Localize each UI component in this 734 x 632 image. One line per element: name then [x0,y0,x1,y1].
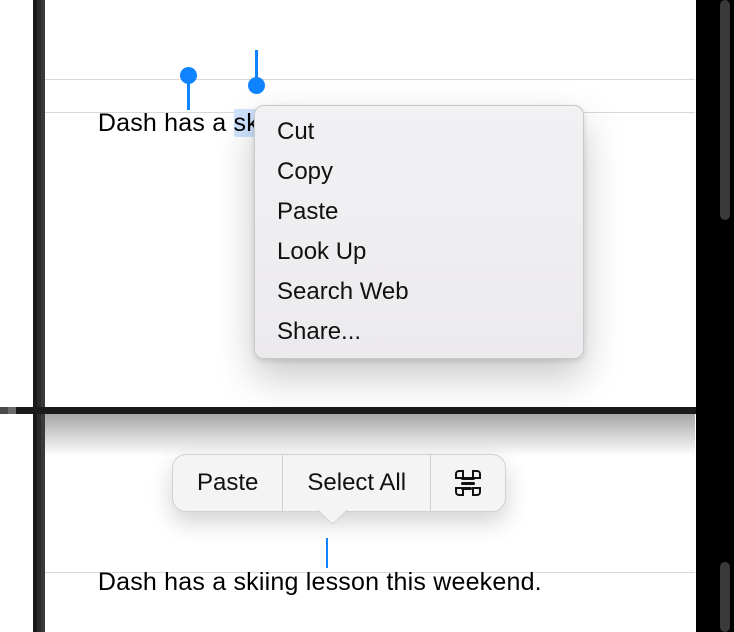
bottom-screenshot-pane: Paste Select All Dash has a skiing lesso… [0,414,734,632]
context-menu-share[interactable]: Share... [255,312,583,352]
text-before-selection: Dash has a [98,109,234,137]
top-screenshot-pane: Dash has a skiing lesson this weekend. C… [0,0,734,407]
sentence-bottom[interactable]: Dash has a skiing lesson this weekend. [55,539,542,626]
callout-scan-text[interactable] [431,455,505,511]
context-menu-cut[interactable]: Cut [255,112,583,152]
scrollbar-hint-top [720,0,730,220]
callout-select-all[interactable]: Select All [283,455,430,511]
callout-paste[interactable]: Paste [173,455,282,511]
edit-callout: Paste Select All [172,454,506,512]
scan-text-icon [455,470,481,496]
context-menu-search-web[interactable]: Search Web [255,272,583,312]
context-menu-look-up[interactable]: Look Up [255,232,583,272]
context-menu-copy[interactable]: Copy [255,152,583,192]
context-menu-paste[interactable]: Paste [255,192,583,232]
scrollbar-hint-bottom [720,562,730,632]
context-menu: Cut Copy Paste Look Up Search Web Share.… [254,105,584,359]
text-caret[interactable] [326,538,328,568]
text-after-caret: n this weekend. [365,568,542,596]
text-before-caret: Dash has a skiing lesso [98,568,365,596]
